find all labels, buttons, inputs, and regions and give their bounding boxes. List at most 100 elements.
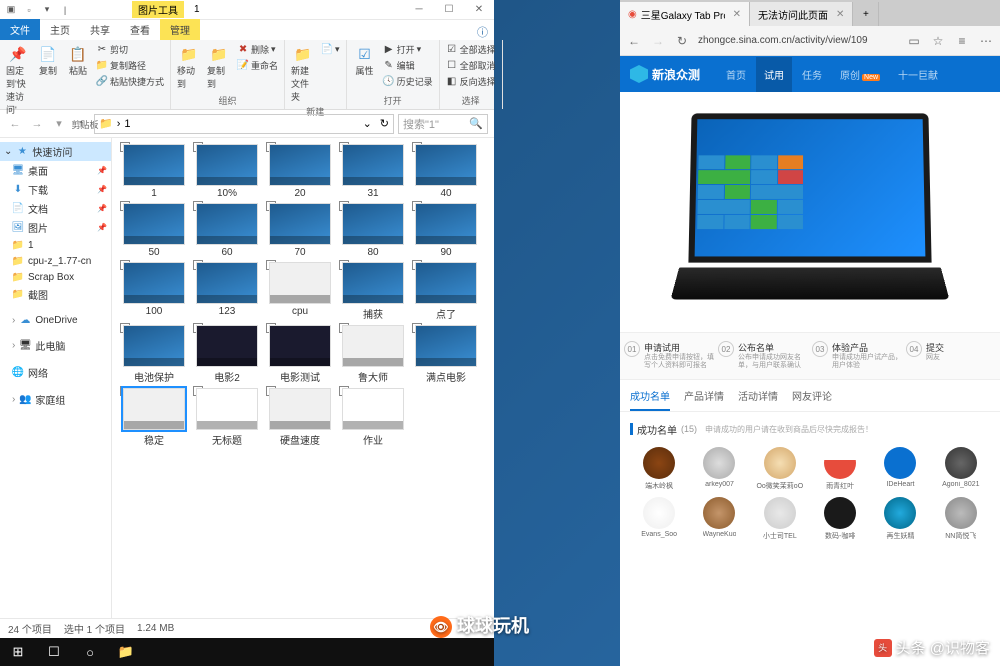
breadcrumb-path[interactable]: 📁 › 1 ⌄ ↻ — [94, 114, 394, 134]
sidebar-this-pc[interactable]: ›🖥此电脑 — [0, 336, 111, 355]
file-item[interactable]: 40 — [410, 142, 482, 199]
nav-tasks[interactable]: 任务 — [794, 57, 830, 92]
user-item[interactable]: WayneKuo — [690, 497, 748, 541]
qat-item-icon[interactable]: ▾ — [40, 3, 54, 17]
sidebar-quick-access[interactable]: ⌄★快速访问 — [0, 142, 111, 161]
browser-tab[interactable]: 无法访问此页面 ✕ — [750, 2, 853, 26]
sidebar-homegroup[interactable]: ›👥家庭组 — [0, 390, 111, 409]
favorites-icon[interactable]: ☆ — [930, 33, 946, 49]
tab-file[interactable]: 文件 — [0, 19, 40, 40]
close-tab-icon[interactable]: ✕ — [836, 9, 844, 20]
user-item[interactable]: arkey007 — [690, 447, 748, 491]
user-item[interactable]: 再生妖精 — [871, 497, 929, 541]
sidebar-folder-screenshots[interactable]: 📁截图 — [0, 285, 111, 304]
browser-tab-active[interactable]: ◉ 三星Galaxy Tab Pro S - ✕ — [620, 2, 750, 26]
dropdown-icon[interactable]: ⌄ — [363, 117, 372, 130]
tab-product-detail[interactable]: 产品详情 — [684, 388, 724, 411]
user-item[interactable]: NN简悦飞 — [932, 497, 990, 541]
file-item[interactable]: 31 — [337, 142, 409, 199]
up-button[interactable]: ↑ — [72, 115, 90, 133]
sidebar-downloads[interactable]: ⬇下载📌 — [0, 180, 111, 199]
user-item[interactable]: 端木岭枫 — [630, 447, 688, 491]
edit-button[interactable]: ✎编辑 — [381, 58, 435, 73]
ribbon-help-icon[interactable]: ⓘ — [477, 24, 494, 40]
cortana-button[interactable]: ○ — [72, 638, 108, 666]
maximize-button[interactable]: ☐ — [434, 0, 464, 20]
nav-home[interactable]: 首页 — [718, 57, 754, 92]
tab-success-list[interactable]: 成功名单 — [630, 388, 670, 411]
user-item[interactable]: 小士司TEL — [751, 497, 809, 541]
file-item[interactable]: 10% — [191, 142, 263, 199]
forward-button[interactable]: → — [28, 115, 46, 133]
start-button[interactable]: ⊞ — [0, 638, 36, 666]
task-view-button[interactable]: ☐ — [36, 638, 72, 666]
tab-home[interactable]: 主页 — [40, 19, 80, 40]
refresh-icon[interactable]: ↻ — [380, 117, 389, 130]
tab-activity-detail[interactable]: 活动详情 — [738, 388, 778, 411]
copy-button[interactable]: 📄复制 — [34, 42, 62, 79]
path-segment[interactable]: › — [117, 118, 121, 130]
user-item[interactable]: IDeHeart — [871, 447, 929, 491]
sidebar-folder-1[interactable]: 📁1 — [0, 237, 111, 253]
close-tab-icon[interactable]: ✕ — [733, 9, 741, 20]
user-item[interactable]: 雨青红叶 — [811, 447, 869, 491]
invert-selection-button[interactable]: ◧反向选择 — [444, 74, 498, 89]
recent-locations-button[interactable]: ▾ — [50, 115, 68, 133]
search-input[interactable]: 搜索"1" 🔍 — [398, 114, 488, 134]
nav-trial[interactable]: 试用 — [756, 57, 792, 92]
file-item[interactable]: 满点电影 — [410, 323, 482, 384]
minimize-button[interactable]: ─ — [404, 0, 434, 20]
properties-button[interactable]: ☑属性 — [351, 42, 379, 79]
folder-icon[interactable]: ▣ — [4, 3, 18, 17]
forward-button[interactable]: → — [650, 33, 666, 49]
file-item[interactable]: 作业 — [337, 386, 409, 447]
file-item[interactable]: 电池保护 — [118, 323, 190, 384]
file-item[interactable]: 稳定 — [118, 386, 190, 447]
sidebar-documents[interactable]: 📄文档📌 — [0, 199, 111, 218]
back-button[interactable]: ← — [626, 33, 642, 49]
file-item[interactable]: 90 — [410, 201, 482, 258]
file-item[interactable]: 60 — [191, 201, 263, 258]
tab-manage[interactable]: 管理 — [160, 19, 200, 40]
file-item[interactable]: ✓ 点了 — [410, 260, 482, 321]
file-item[interactable]: 80 — [337, 201, 409, 258]
select-none-button[interactable]: ☐全部取消 — [444, 58, 498, 73]
new-item-button[interactable]: 📄▾ — [319, 42, 342, 56]
nav-original[interactable]: 原创New — [832, 57, 888, 92]
back-button[interactable]: ← — [6, 115, 24, 133]
delete-button[interactable]: ✖删除 ▾ — [235, 42, 280, 57]
sidebar-folder-scrapbox[interactable]: 📁Scrap Box — [0, 269, 111, 285]
sidebar-network[interactable]: 🌐网络 — [0, 363, 111, 382]
paste-button[interactable]: 📋粘贴 — [64, 42, 92, 79]
file-item[interactable]: 硬盘速度 — [264, 386, 336, 447]
tab-share[interactable]: 共享 — [80, 19, 120, 40]
hub-icon[interactable]: ≡ — [954, 33, 970, 49]
more-icon[interactable]: ⋯ — [978, 33, 994, 49]
user-item[interactable]: Evans_Soo — [630, 497, 688, 541]
open-button[interactable]: ▶打开 ▾ — [381, 42, 435, 57]
file-item[interactable]: 70 — [264, 201, 336, 258]
paste-shortcut-button[interactable]: 🔗粘贴快捷方式 — [94, 74, 166, 89]
qat-item-icon[interactable]: ▫ — [22, 3, 36, 17]
file-item[interactable]: 100 — [118, 260, 190, 321]
file-item[interactable]: 20 — [264, 142, 336, 199]
user-item[interactable]: 数码-咖啡 — [811, 497, 869, 541]
new-folder-button[interactable]: 📁新建文件夹 — [289, 42, 317, 105]
nav-eleven[interactable]: 十一巨献 — [890, 57, 946, 92]
reading-view-icon[interactable]: ▭ — [906, 33, 922, 49]
cut-button[interactable]: ✂剪切 — [94, 42, 166, 57]
user-item[interactable]: Oo微笑茉莉oO — [751, 447, 809, 491]
file-item[interactable]: 鲁大师 — [337, 323, 409, 384]
select-all-button[interactable]: ☑全部选择 — [444, 42, 498, 57]
site-logo[interactable]: 新浪众测 — [630, 65, 700, 83]
file-grid[interactable]: 1 10% 20 31 40 50 60 70 80 90 100 123 cp… — [112, 138, 494, 618]
tab-comments[interactable]: 网友评论 — [792, 388, 832, 411]
file-item[interactable]: cpu — [264, 260, 336, 321]
sidebar-desktop[interactable]: 🖥桌面📌 — [0, 161, 111, 180]
file-item[interactable]: 50 — [118, 201, 190, 258]
new-tab-button[interactable]: + — [853, 2, 879, 26]
address-bar[interactable]: zhongce.sina.com.cn/activity/view/109 — [698, 35, 898, 46]
rename-button[interactable]: 📝重命名 — [235, 58, 280, 73]
page-content[interactable]: 新浪众测 首页 试用 任务 原创New 十一巨献 — [620, 56, 1000, 666]
path-segment[interactable]: 1 — [124, 118, 130, 130]
